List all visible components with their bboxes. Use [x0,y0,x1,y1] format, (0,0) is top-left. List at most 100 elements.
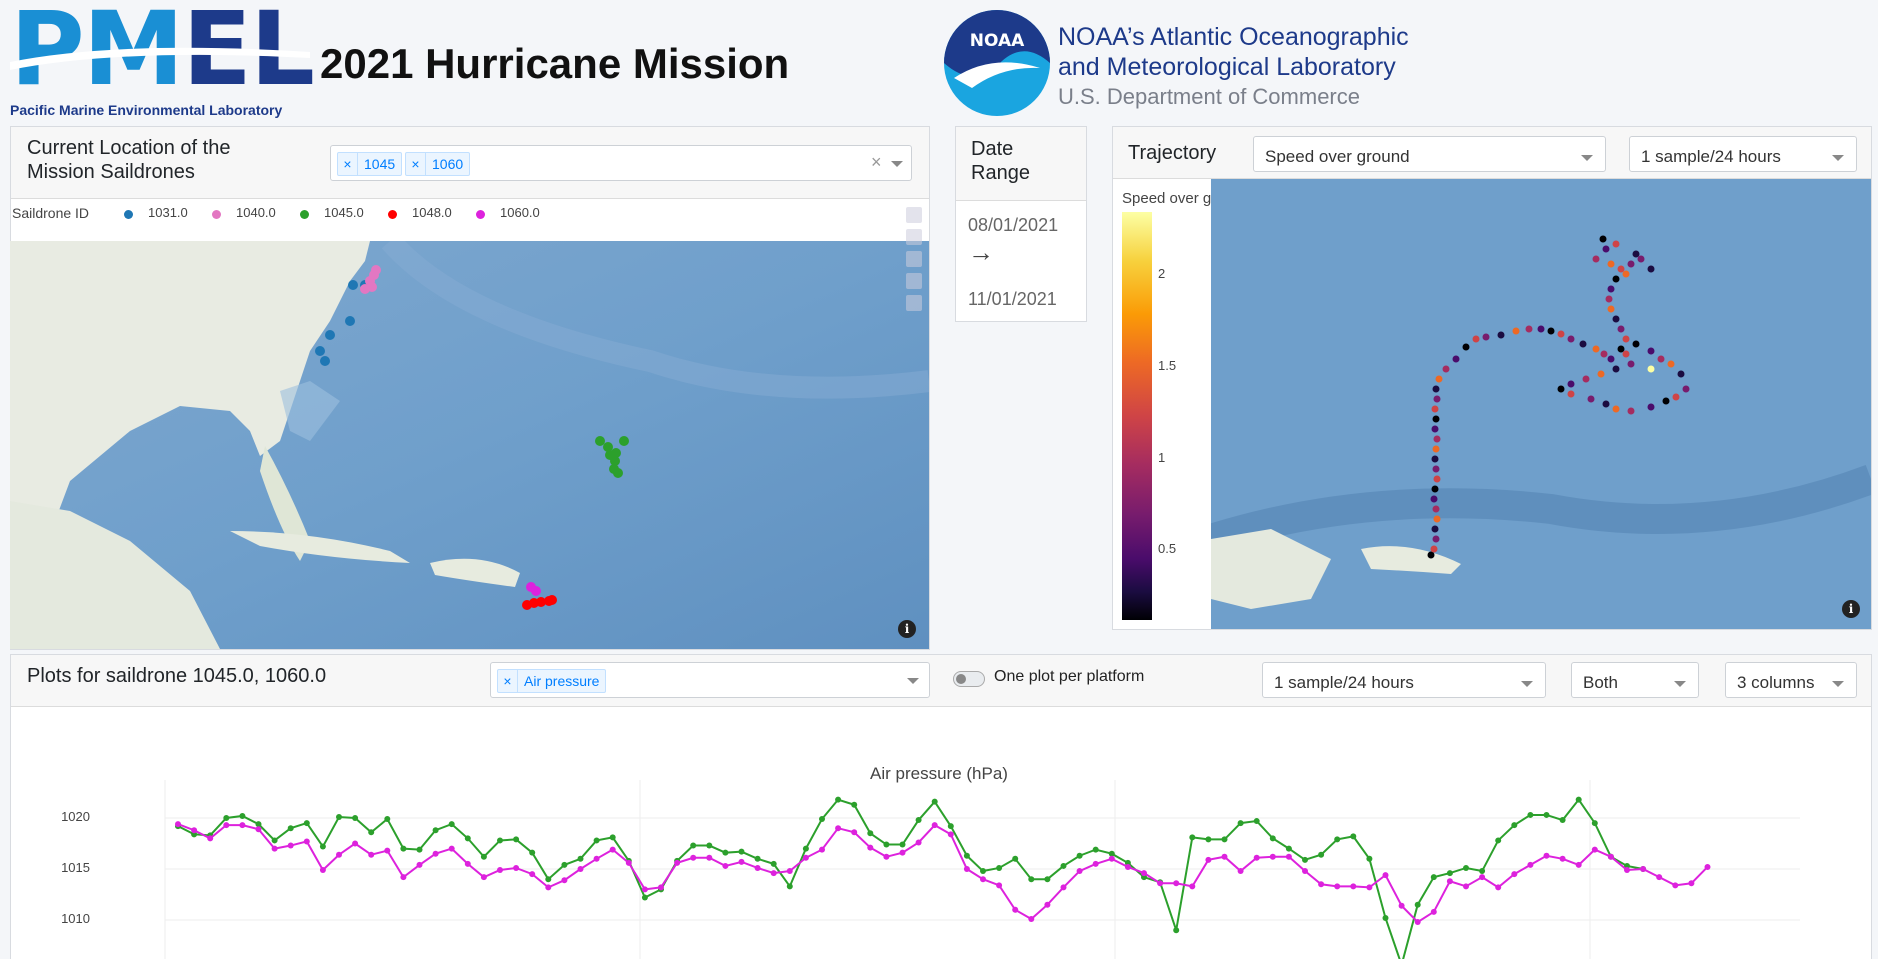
saildrone-dot [345,316,355,326]
location-map[interactable] [10,241,929,649]
zoom-in-icon[interactable] [906,207,922,223]
chip-remove-icon[interactable]: × [406,153,426,175]
trajectory-point [1622,335,1630,343]
trajectory-point [1622,350,1630,358]
series-point-1045.0 [239,812,246,819]
series-point-1045.0 [1430,874,1437,881]
saildrone-dot [320,356,330,366]
chip-air-pressure[interactable]: × Air pressure [497,669,607,693]
series-point-1060.0 [561,877,568,884]
series-point-1060.0 [545,884,552,891]
trajectory-variable-select[interactable]: Speed over ground [1253,136,1606,172]
plot-variable-multiselect[interactable]: × Air pressure [490,662,930,698]
map-modebar [906,207,926,317]
series-point-1060.0 [1173,880,1180,887]
series-point-1045.0 [319,843,326,850]
series-point-1060.0 [207,835,214,842]
trajectory-point [1537,325,1545,333]
series-point-1060.0 [1704,863,1711,870]
trajectory-info-icon[interactable]: i [1842,600,1860,618]
series-point-1045.0 [1543,811,1550,818]
series-point-1060.0 [303,838,310,845]
noaa-line-1: NOAA’s Atlantic Oceanographic [1058,23,1409,51]
svg-text:NOAA: NOAA [970,31,1025,51]
trajectory-point [1647,347,1655,355]
plots-title: Plots for saildrone 1045.0, 1060.0 [27,665,327,687]
series-point-1045.0 [786,883,793,890]
trajectory-point [1602,400,1610,408]
series-point-1060.0 [255,826,262,833]
series-point-1060.0 [625,859,632,866]
chip-1045[interactable]: × 1045 [337,152,403,176]
home-icon[interactable] [906,251,922,267]
series-point-1045.0 [915,817,922,824]
chip-remove-icon[interactable]: × [498,670,518,692]
plots-columns-select[interactable]: 3 columns [1725,662,1857,698]
series-point-1045.0 [802,845,809,852]
series-point-1045.0 [223,815,230,821]
series-point-1045.0 [1076,852,1083,859]
one-plot-toggle[interactable] [953,671,985,687]
series-point-1060.0 [271,845,278,852]
page-title: 2021 Hurricane Mission [320,40,790,87]
chevron-down-icon[interactable] [907,678,919,684]
series-point-1060.0 [1414,919,1421,926]
series-point-1060.0 [1479,874,1486,881]
series-point-1060.0 [368,851,375,858]
series-point-1060.0 [1495,884,1502,891]
chevron-down-icon[interactable] [891,161,903,167]
series-point-1060.0 [1205,856,1212,863]
series-point-1045.0 [835,796,842,803]
plots-mode-select[interactable]: Both [1571,662,1699,698]
saildrone-multiselect[interactable]: × 1045 × 1060 × [330,145,912,181]
trajectory-point [1627,407,1635,415]
series-point-1060.0 [658,884,664,891]
plots-sampling-select[interactable]: 1 sample/24 hours [1262,662,1546,698]
trajectory-point [1472,335,1480,343]
saildrone-dot [611,448,621,458]
camera-icon[interactable] [906,295,922,311]
trajectory-point [1482,333,1490,341]
series-point-1060.0 [416,861,423,868]
series-point-1045.0 [706,842,713,849]
series-point-1060.0 [1527,861,1534,868]
series-point-1060.0 [1028,915,1035,922]
series-point-1060.0 [1398,902,1405,909]
zoom-out-icon[interactable] [906,229,922,245]
chip-remove-icon[interactable]: × [338,153,358,175]
end-date-input[interactable]: 11/01/2021 [968,289,1057,310]
series-point-1045.0 [899,841,906,848]
series-point-1045.0 [851,801,858,808]
trajectory-point [1547,327,1555,335]
air-pressure-chart[interactable] [0,780,1878,959]
series-point-1045.0 [738,848,745,855]
series-point-1060.0 [1012,906,1019,913]
series-point-1060.0 [448,845,455,852]
series-point-1045.0 [609,834,616,841]
series-point-1045.0 [1350,833,1357,840]
series-point-1060.0 [1044,901,1051,908]
one-plot-toggle-label: One plot per platform [994,668,1145,685]
start-date-input[interactable]: 08/01/2021 [968,215,1058,236]
series-point-1045.0 [690,842,697,849]
series-point-1060.0 [883,853,890,860]
chip-1060[interactable]: × 1060 [405,152,471,176]
series-point-1045.0 [1237,820,1244,827]
clear-icon[interactable]: × [871,152,882,173]
trajectory-point [1622,270,1630,278]
pan-icon[interactable] [906,273,922,289]
trajectory-point [1432,465,1440,473]
trajectory-point [1567,380,1575,388]
trajectory-point [1433,435,1441,443]
chevron-down-icon [1521,681,1533,687]
series-point-1045.0 [1479,868,1486,875]
noaa-line-3: U.S. Department of Commerce [1058,84,1360,109]
trajectory-point [1452,355,1460,363]
map-info-icon[interactable]: i [898,620,916,638]
trajectory-sampling-select[interactable]: 1 sample/24 hours [1629,136,1857,172]
trajectory-map[interactable] [1211,179,1871,629]
trajectory-point [1431,485,1439,493]
series-point-1060.0 [1141,870,1147,877]
series-point-1060.0 [336,851,342,858]
series-point-1060.0 [1221,853,1228,860]
